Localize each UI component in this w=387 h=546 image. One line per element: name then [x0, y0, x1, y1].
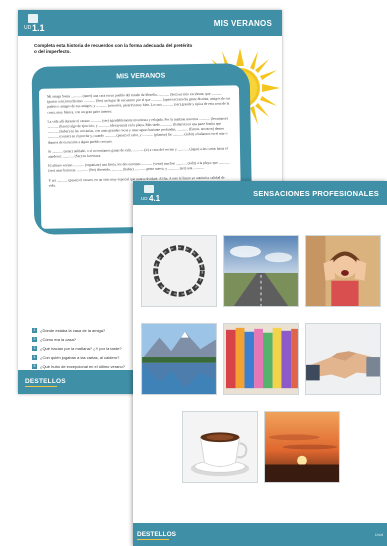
unit-number: 4.1 [149, 194, 161, 203]
page-header: UD 4.1 SENSACIONES PROFESIONALES [133, 181, 387, 205]
unit-label: UD [24, 25, 32, 31]
unit-number: 1.1 [32, 23, 45, 33]
page-header: UD 1.1 MIS VERANOS [18, 10, 282, 36]
photo-clothes [223, 323, 299, 395]
question-number: 5 [32, 364, 37, 369]
book-icon [28, 14, 38, 23]
brand-logo: DESTELLOS [25, 378, 66, 385]
story-paragraph: Si ............ (estar) nublado, o si no… [47, 146, 228, 159]
question-text: ¿Dónde estaba la casa de la amiga? [40, 328, 106, 333]
unit-label: UD [141, 196, 148, 201]
question-number: 4 [32, 355, 37, 360]
brand-logo: DESTELLOS [137, 531, 177, 538]
exercise-instruction: Completa esta historia de recuerdos con … [34, 43, 193, 54]
brand-underline [25, 386, 57, 387]
photo-sunset [264, 411, 340, 483]
page-title: MIS VERANOS [213, 19, 272, 28]
page-footer: DESTELLOS Unid [133, 523, 387, 546]
story-paragraph: La vida allí durante el verano .........… [47, 116, 228, 145]
story-paragraph: Mi amiga Sonia ............ (tener) una … [47, 91, 231, 115]
question-text: ¿Qué hacían por la mañana? ¿Y por la tar… [40, 346, 122, 351]
book-icon [144, 185, 154, 193]
footer-unit-text: Unid [374, 532, 383, 537]
photo-chain [141, 235, 217, 307]
unit-tab: UD 1.1 [24, 14, 46, 36]
photo-handshake [305, 323, 381, 395]
photo-coffee [182, 411, 258, 483]
question-number: 1 [32, 328, 37, 333]
question-number: 3 [32, 346, 37, 351]
question-number: 2 [32, 337, 37, 342]
photo-woman-stress [305, 235, 381, 307]
page-title: SENSACIONES PROFESIONALES [253, 189, 379, 198]
question-text: ¿Qué hubo de excepcional en el último ve… [40, 364, 125, 369]
question-text: ¿Cómo era la casa? [40, 337, 77, 342]
question-text: ¿Con quién jugaban a las cartas, al cald… [40, 355, 120, 360]
story-title: MIS VERANOS [116, 72, 166, 81]
story-paragraph: El último verano ............ (organizar… [48, 160, 230, 174]
photo-mountain-lake [141, 323, 217, 395]
photo-road [223, 235, 299, 307]
front-page-sensaciones: UD 4.1 SENSACIONES PROFESIONALES DESTELL… [133, 181, 387, 546]
brand-underline [137, 539, 169, 540]
